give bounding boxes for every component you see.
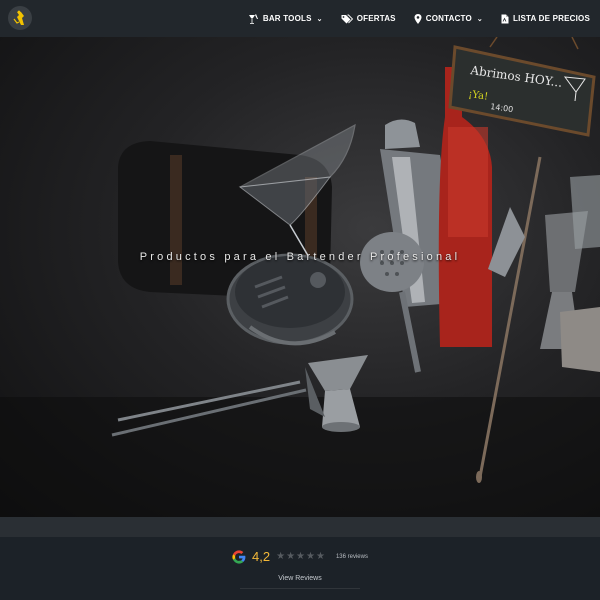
chevron-down-icon: ⌄ [316,15,323,23]
google-g-icon [232,549,246,564]
star-icon: ★ [286,551,297,562]
star-icon: ★ [296,551,307,562]
nav-contacto[interactable]: CONTACTO ⌄ [414,13,483,24]
tags-icon [341,14,353,23]
nav-lista-precios-label: LISTA DE PRECIOS [513,14,590,23]
rating-value: 4,2 [252,549,271,564]
nav-ofertas[interactable]: OFERTAS [341,14,396,24]
rating-row: 4,2 ★★★★★ 136 reviews [0,549,600,564]
hero-bar-tools-image: Abrimos HOY... ¡Ya! 14:00 [0,37,600,517]
star-icon: ★ [306,551,316,562]
star-icon: ★ [276,551,287,562]
nav-bar-tools-label: BAR TOOLS [262,14,312,23]
divider-line [240,588,360,589]
star-rating: ★★★★★ [276,551,326,562]
pdf-file-icon [501,14,509,23]
view-reviews-link[interactable]: View Reviews [0,575,600,582]
chevron-down-icon: ⌄ [476,15,483,23]
main-nav: BAR TOOLS ⌄ OFERTAS CONTACTO ⌄ LISTA DE … [248,0,590,37]
nav-bar-tools[interactable]: BAR TOOLS ⌄ [248,13,323,24]
site-logo[interactable] [8,6,32,30]
map-marker-icon [414,13,422,24]
bartender-logo-icon [13,10,24,25]
hero-tagline: Productos para el Bartender Profesional [139,251,461,263]
top-navbar: BAR TOOLS ⌄ OFERTAS CONTACTO ⌄ LISTA DE … [0,0,600,37]
nav-lista-precios[interactable]: LISTA DE PRECIOS [501,14,590,24]
star-icon: ★ [315,551,326,562]
hero-banner: Abrimos HOY... ¡Ya! 14:00 Productos para… [0,37,600,517]
bar-tools-icon [248,13,258,24]
nav-ofertas-label: OFERTAS [356,14,396,23]
nav-contacto-label: CONTACTO [425,14,472,23]
google-reviews-widget: 4,2 ★★★★★ 136 reviews View Reviews [0,537,600,600]
review-count: 136 reviews [335,553,368,560]
section-divider [0,517,600,537]
